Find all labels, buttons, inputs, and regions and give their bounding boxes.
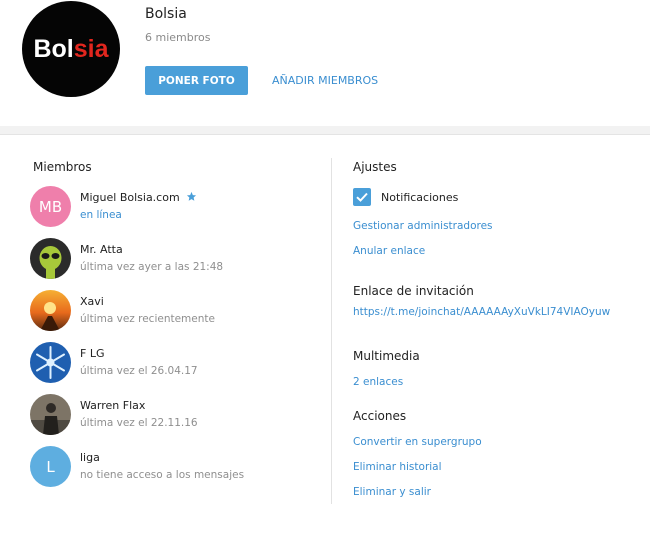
photo-avatar-image <box>30 394 71 435</box>
member-row[interactable]: Warren Flax última vez el 22.11.16 <box>30 394 320 436</box>
member-name: Xavi <box>80 295 104 308</box>
group-title: Bolsia <box>145 6 187 22</box>
group-avatar[interactable]: Bolsia <box>22 1 120 97</box>
member-row[interactable]: F LG última vez el 26.04.17 <box>30 342 320 384</box>
member-row[interactable]: Xavi última vez recientemente <box>30 290 320 332</box>
avatar-initials: L <box>30 446 71 487</box>
avatar <box>30 394 71 435</box>
member-status: no tiene acceso a los mensajes <box>80 469 245 481</box>
members-count: 6 miembros <box>145 31 211 44</box>
avatar: MB <box>30 186 71 227</box>
check-icon <box>356 192 368 202</box>
notifications-label[interactable]: Notificaciones <box>381 191 458 204</box>
notifications-checkbox[interactable] <box>353 188 371 206</box>
avatar <box>30 342 71 383</box>
star-icon <box>187 191 197 201</box>
member-status: última vez el 26.04.17 <box>80 365 198 377</box>
media-links[interactable]: 2 enlaces <box>353 376 403 388</box>
member-row[interactable]: Mr. Atta última vez ayer a las 21:48 <box>30 238 320 280</box>
avatar: L <box>30 446 71 487</box>
member-name: liga <box>80 451 100 464</box>
group-logo: Bolsia <box>33 35 108 64</box>
media-section-title: Multimedia <box>353 349 420 363</box>
invite-section-title: Enlace de invitación <box>353 284 474 298</box>
snowflake-avatar-image <box>30 342 71 383</box>
revoke-link-link[interactable]: Anular enlace <box>353 245 425 257</box>
add-members-button[interactable]: AÑADIR MIEMBROS <box>272 66 378 95</box>
actions-section-title: Acciones <box>353 409 407 423</box>
member-name-row: Miguel Bolsia.com <box>80 191 197 204</box>
invite-link[interactable]: https://t.me/joinchat/AAAAAAyXuVkLI74VIA… <box>353 306 610 318</box>
members-section-title: Miembros <box>33 160 92 174</box>
avatar-initials: MB <box>30 186 71 227</box>
member-status: última vez el 22.11.16 <box>80 417 198 429</box>
column-divider <box>331 158 332 504</box>
member-name: Warren Flax <box>80 399 146 412</box>
settings-section-title: Ajustes <box>353 160 397 174</box>
member-status: última vez recientemente <box>80 313 215 325</box>
member-name: Miguel Bolsia.com <box>80 191 180 204</box>
member-status: última vez ayer a las 21:48 <box>80 261 224 273</box>
logo-text-white: Bol <box>33 34 74 63</box>
avatar <box>30 290 71 331</box>
member-name: F LG <box>80 347 105 360</box>
member-name: Mr. Atta <box>80 243 123 256</box>
convert-supergroup-link[interactable]: Convertir en supergrupo <box>353 436 482 448</box>
alien-avatar-image <box>30 238 71 279</box>
member-status: en línea <box>80 209 122 221</box>
section-separator <box>0 126 650 135</box>
member-row[interactable]: L liga no tiene acceso a los mensajes <box>30 446 320 488</box>
avatar <box>30 238 71 279</box>
sunset-avatar-image <box>30 290 71 331</box>
delete-history-link[interactable]: Eliminar historial <box>353 461 442 473</box>
delete-and-leave-link[interactable]: Eliminar y salir <box>353 486 431 498</box>
member-row[interactable]: MB Miguel Bolsia.com en línea <box>30 186 320 228</box>
manage-admins-link[interactable]: Gestionar administradores <box>353 220 493 232</box>
logo-text-red: sia <box>73 34 109 63</box>
set-photo-button[interactable]: PONER FOTO <box>145 66 248 95</box>
